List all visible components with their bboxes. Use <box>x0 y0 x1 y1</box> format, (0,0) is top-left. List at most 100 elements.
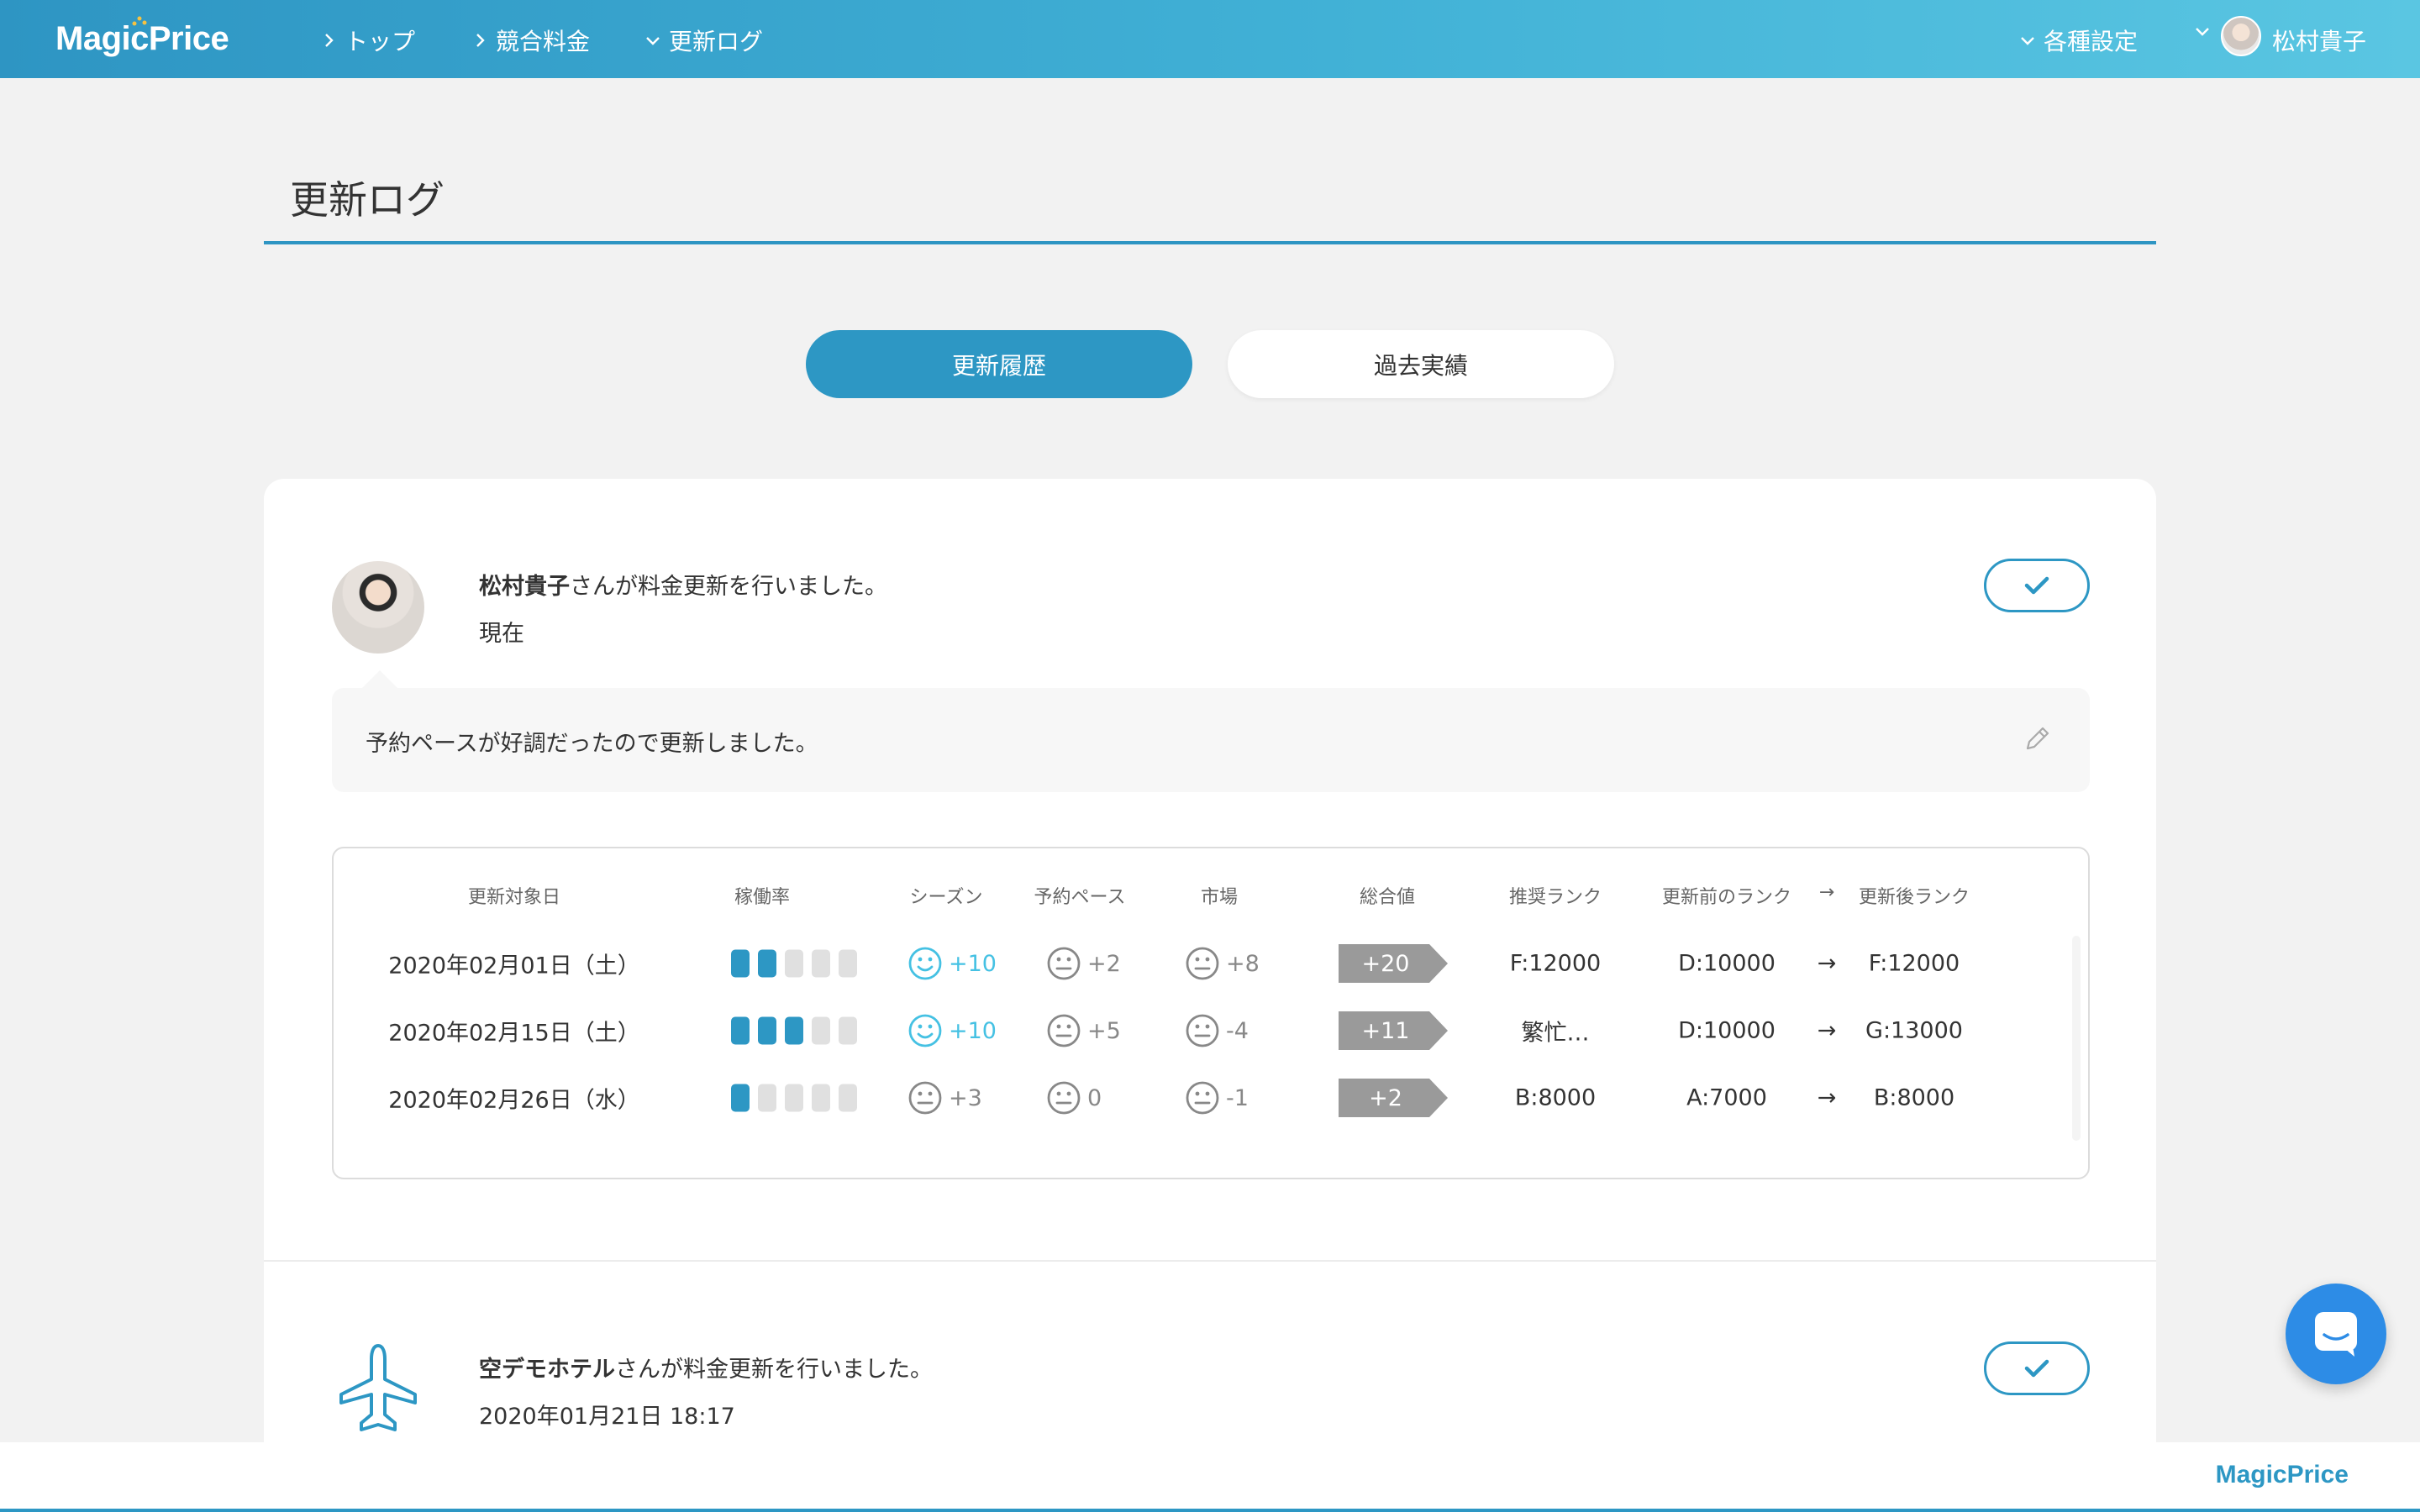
rank-update-table: 更新対象日 稼働率 シーズン 予約ペース 市場 総合値 推奨ランク 更新前のラン… <box>332 847 2090 1179</box>
col-header-booking-pace: 予約ペース <box>1034 887 1126 908</box>
tab-update-history[interactable]: 更新履歴 <box>806 330 1192 398</box>
rank-before: A:7000 <box>1686 1084 1767 1111</box>
user-avatar[interactable] <box>2221 16 2261 56</box>
season-value: +10 <box>949 950 997 977</box>
user-menu[interactable] <box>2195 24 2210 39</box>
occupancy-segment <box>839 1016 857 1045</box>
season-value: +10 <box>949 1017 997 1044</box>
entry-avatar <box>332 561 424 654</box>
occupancy-segment <box>758 949 776 978</box>
user-name-label: 松村貴子 <box>2272 28 2367 55</box>
occupancy-meter <box>731 1084 857 1112</box>
entry-message: 空デモホテルさんが料金更新を行いました。 <box>479 1351 933 1383</box>
col-header-recommended-rank: 推奨ランク <box>1508 887 1602 908</box>
footer-rule <box>0 1509 2420 1512</box>
market-score: -1 <box>1184 1079 1249 1116</box>
chat-launcher-button[interactable] <box>2286 1284 2386 1384</box>
rank-before: D:10000 <box>1678 950 1776 977</box>
rank-after: B:8000 <box>1873 1084 1955 1111</box>
nav-competitor-prices[interactable]: 競合料金 <box>472 24 590 57</box>
row-date: 2020年02月15日（土） <box>388 1020 640 1047</box>
occupancy-segment <box>812 1084 830 1112</box>
row-date: 2020年02月26日（水） <box>388 1087 640 1114</box>
settings-menu[interactable]: 各種設定 <box>2020 24 2138 57</box>
entry-timestamp: 現在 <box>479 621 524 647</box>
booking-pace-value: 0 <box>1087 1084 1102 1111</box>
booking-pace-score: +5 <box>1045 1012 1121 1049</box>
occupancy-segment <box>731 949 750 978</box>
entry-user-name: 空デモホテル <box>479 1357 615 1383</box>
col-header-rank-after: 更新後ランク <box>1858 887 1970 908</box>
market-score: +8 <box>1184 945 1260 982</box>
confirm-check-button[interactable] <box>1984 1341 2090 1395</box>
market-score: -4 <box>1184 1012 1249 1049</box>
entry-user-name: 松村貴子 <box>479 574 570 600</box>
neutral-face-icon <box>1186 947 1219 980</box>
entry-action-text: さんが料金更新を行いました。 <box>570 574 887 600</box>
user-name[interactable]: 松村貴子 <box>2272 24 2366 57</box>
occupancy-meter <box>731 949 857 978</box>
row-date: 2020年02月01日（土） <box>388 953 640 979</box>
total-score-tag: +2 <box>1339 1079 1448 1117</box>
top-nav-bar: MagicPrice トップ 競合料金 更新ログ 各種設定 松村貴子 <box>0 0 2420 78</box>
col-header-total: 総合値 <box>1359 887 1416 908</box>
nav-update-log[interactable]: 更新ログ <box>645 24 763 57</box>
edit-pencil-icon[interactable] <box>2021 723 2053 755</box>
occupancy-segment <box>839 949 857 978</box>
recommended-rank: 繁忙… <box>1521 1020 1590 1047</box>
entry-timestamp: 2020年01月21日 18:17 <box>479 1404 735 1430</box>
occupancy-segment <box>785 1016 803 1045</box>
neutral-face-icon <box>1047 1014 1081 1047</box>
chat-icon <box>2315 1312 2357 1357</box>
booking-pace-score: +2 <box>1045 945 1121 982</box>
neutral-face-icon <box>1047 947 1081 980</box>
booking-pace-value: +2 <box>1087 950 1121 977</box>
booking-pace-value: +5 <box>1087 1017 1121 1044</box>
footer-logo: MagicPrice <box>2215 1461 2349 1488</box>
recommended-rank: F:12000 <box>1509 950 1602 977</box>
booking-pace-score: 0 <box>1045 1079 1102 1116</box>
season-value: +3 <box>949 1084 982 1111</box>
col-header-rank-before: 更新前のランク <box>1661 887 1792 908</box>
confirm-check-button[interactable] <box>1984 559 2090 612</box>
check-icon <box>2024 576 2049 595</box>
col-header-arrow: → <box>1818 882 1835 903</box>
season-score: +10 <box>907 945 997 982</box>
occupancy-segment <box>731 1084 750 1112</box>
rank-after: G:13000 <box>1865 1017 1963 1044</box>
chevron-down-icon <box>646 37 660 45</box>
settings-label: 各種設定 <box>2044 28 2139 55</box>
neutral-face-icon <box>908 1081 942 1115</box>
tab-past-results[interactable]: 過去実績 <box>1228 330 1614 398</box>
col-header-date: 更新対象日 <box>467 887 561 908</box>
title-underline <box>264 241 2156 244</box>
col-header-market: 市場 <box>1200 887 1239 908</box>
magicprice-logo[interactable]: MagicPrice <box>55 16 229 58</box>
nav-top[interactable]: トップ <box>321 24 415 57</box>
neutral-face-icon <box>1186 1014 1219 1047</box>
table-scrollbar[interactable] <box>2072 936 2081 1141</box>
occupancy-segment <box>758 1016 776 1045</box>
memo-box: 予約ペースが好調だったので更新しました。 <box>332 688 2090 792</box>
occupancy-segment <box>785 949 803 978</box>
nav-competitor-prices-label: 競合料金 <box>496 28 591 55</box>
market-value: -1 <box>1226 1084 1249 1111</box>
memo-pointer <box>361 670 398 689</box>
season-score: +3 <box>907 1079 982 1116</box>
total-score-tag: +11 <box>1339 1011 1448 1050</box>
page-title: 更新ログ <box>290 177 445 223</box>
occupancy-segment <box>785 1084 803 1112</box>
neutral-face-icon <box>1186 1081 1219 1115</box>
occupancy-meter <box>731 1016 857 1045</box>
chevron-right-icon <box>325 34 334 47</box>
occupancy-segment <box>758 1084 776 1112</box>
occupancy-segment <box>812 949 830 978</box>
occupancy-segment <box>731 1016 750 1045</box>
entry-divider <box>264 1260 2156 1262</box>
total-score-value: +20 <box>1361 950 1410 977</box>
total-score-value: +2 <box>1369 1084 1402 1111</box>
smile-face-icon <box>908 947 942 980</box>
chevron-down-icon <box>2196 28 2209 36</box>
neutral-face-icon <box>1047 1081 1081 1115</box>
airplane-icon <box>339 1344 417 1431</box>
